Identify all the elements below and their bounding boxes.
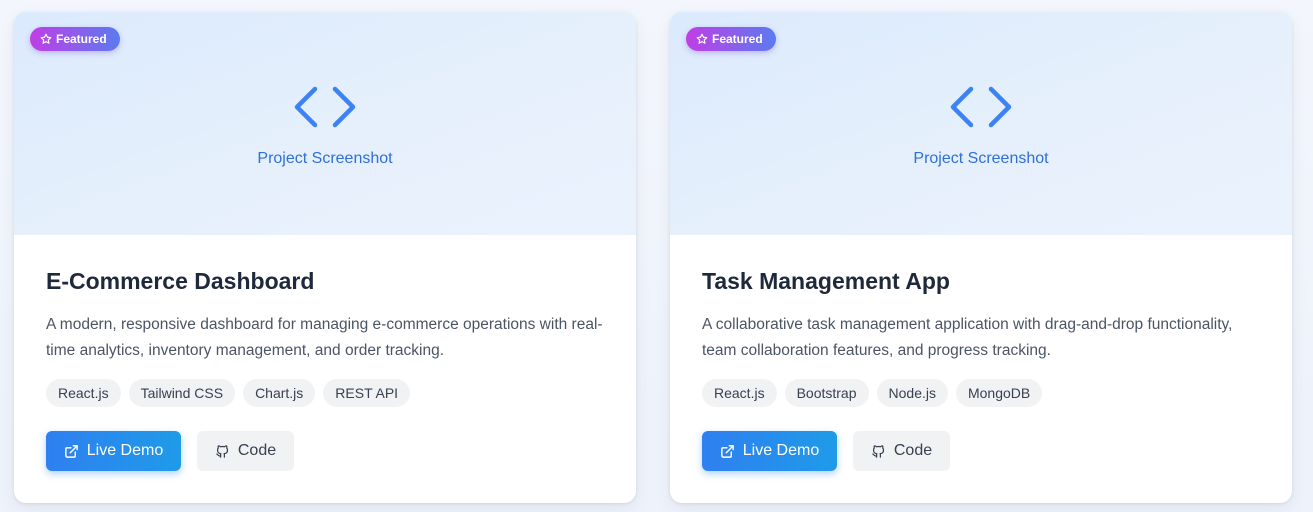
code-label: Code [893, 442, 933, 459]
star-icon [40, 33, 52, 44]
tech-tag: React.js [702, 379, 777, 407]
live-demo-button[interactable]: Live Demo [46, 431, 181, 471]
project-thumbnail: Featured Project Screenshot [14, 12, 636, 235]
project-title: Task Management App [702, 268, 950, 294]
thumbnail-caption: Project Screenshot [257, 150, 393, 167]
featured-badge: Featured [30, 27, 120, 51]
tech-tag: Tailwind CSS [128, 379, 236, 407]
code-button[interactable]: Code [197, 431, 294, 471]
project-title: E-Commerce Dashboard [46, 268, 315, 294]
tech-tags: React.js Tailwind CSS Chart.js REST API [46, 379, 411, 407]
live-demo-label: Live Demo [742, 442, 820, 459]
thumbnail-caption: Project Screenshot [913, 150, 1049, 167]
live-demo-button[interactable]: Live Demo [702, 431, 837, 471]
tech-tag: Bootstrap [784, 379, 869, 407]
external-link-icon [720, 444, 734, 458]
code-label: Code [237, 442, 277, 459]
project-thumbnail: Featured Project Screenshot [670, 12, 1292, 235]
tech-tags: React.js Bootstrap Node.js MongoDB [702, 379, 1043, 407]
code-brackets-icon [950, 86, 1012, 128]
project-card: Featured Project Screenshot Task Managem… [670, 12, 1292, 503]
badge-label: Featured [712, 32, 763, 46]
project-description: A modern, responsive dashboard for manag… [46, 316, 603, 359]
featured-badge: Featured [686, 27, 776, 51]
code-button[interactable]: Code [853, 431, 950, 471]
github-icon [872, 444, 884, 458]
project-description: A collaborative task management applicat… [702, 316, 1233, 359]
badge-label: Featured [56, 32, 107, 46]
tech-tag: React.js [46, 379, 121, 407]
tech-tag: REST API [323, 379, 411, 407]
tech-tag: Chart.js [243, 379, 316, 407]
star-icon [696, 33, 708, 44]
tech-tag: Node.js [876, 379, 948, 407]
code-brackets-icon [294, 86, 356, 128]
project-card: Featured Project Screenshot E-Commerce D… [14, 12, 636, 503]
live-demo-label: Live Demo [86, 442, 164, 459]
tech-tag: MongoDB [955, 379, 1043, 407]
external-link-icon [64, 444, 78, 458]
github-icon [216, 444, 228, 458]
